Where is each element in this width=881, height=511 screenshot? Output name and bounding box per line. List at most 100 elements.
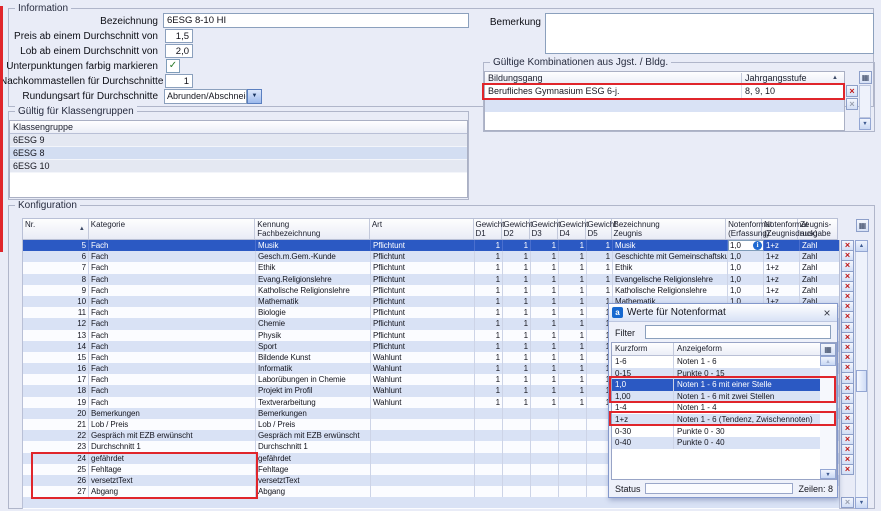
unterpunktungen-checkbox[interactable]: ✓ bbox=[166, 59, 180, 73]
column-header-anzeigeform[interactable]: Anzeigeform bbox=[674, 343, 822, 355]
close-icon[interactable]: × bbox=[820, 306, 834, 320]
cell-kategorie: Abgang bbox=[89, 486, 256, 497]
cell-notenformat-erfassung: 1,0 bbox=[728, 251, 764, 262]
delete-row-button[interactable]: × bbox=[841, 464, 854, 475]
cell-kategorie: Fach bbox=[89, 296, 256, 307]
bezeichnung-label: Bezeichnung bbox=[0, 16, 158, 27]
column-header-nr[interactable]: Nr.▲ bbox=[23, 219, 89, 239]
column-header-gewicht-d3[interactable]: Gewicht D3 bbox=[530, 219, 558, 239]
column-header-bezeichnung-zeugnis[interactable]: Bezeichnung Zeugnis bbox=[612, 219, 727, 239]
format-option-row[interactable]: 1,00Noten 1 - 6 mit zwei Stellen bbox=[612, 391, 822, 403]
column-header-zeugnisausgabe[interactable]: Zeugnis- ausgabe bbox=[798, 219, 837, 239]
scroll-up-icon[interactable]: ▲ bbox=[820, 356, 836, 366]
klassengruppe-row[interactable]: 6ESG 8 bbox=[10, 147, 467, 160]
grid-icon: ▦ bbox=[859, 221, 867, 230]
bezeichnung-input[interactable] bbox=[163, 13, 469, 28]
format-option-row[interactable]: 0-40Punkte 0 - 40 bbox=[612, 437, 822, 449]
dialog-titlebar[interactable]: a Werte für Notenformat × bbox=[609, 304, 837, 322]
cell-nr: 15 bbox=[23, 352, 89, 363]
rundungsart-dropdown[interactable]: Abrunden/Abschneiden ▼ bbox=[164, 89, 262, 104]
scrollbar-track[interactable] bbox=[820, 366, 836, 469]
cell-art: Pflichtunt bbox=[371, 341, 475, 352]
cell-art bbox=[371, 464, 475, 475]
cell-gewicht-d4 bbox=[559, 430, 587, 441]
empty-row bbox=[485, 99, 844, 112]
column-header-klassengruppe[interactable]: Klassengruppe bbox=[13, 122, 73, 132]
empty-row bbox=[23, 497, 839, 508]
format-option-row[interactable]: 1-4Noten 1 - 4 bbox=[612, 402, 822, 414]
kombination-row[interactable]: Berufliches Gymnasium ESG 6-j.8, 9, 10 bbox=[485, 85, 844, 99]
cell-nr: 12 bbox=[23, 318, 89, 329]
lob-durchschnitt-input[interactable] bbox=[165, 44, 193, 58]
column-header-bildungsgang[interactable]: Bildungsgang bbox=[485, 73, 742, 83]
dialog-scrollbar[interactable]: ▦ ▲ ▼ bbox=[820, 343, 836, 479]
notenformat-edit-value[interactable]: 1,0 bbox=[730, 240, 752, 251]
cell-art: Pflichtunt bbox=[371, 240, 475, 251]
column-header-gewicht-d2[interactable]: Gewicht D2 bbox=[502, 219, 530, 239]
bemerkung-textarea[interactable] bbox=[545, 13, 874, 54]
column-header-art[interactable]: Art bbox=[370, 219, 474, 239]
cell-gewicht-d1: 1 bbox=[475, 363, 503, 374]
filter-input[interactable] bbox=[645, 325, 831, 339]
column-header-gewicht-d1[interactable]: Gewicht D1 bbox=[474, 219, 502, 239]
column-chooser-button[interactable]: ▦ bbox=[859, 71, 872, 84]
cell-nr: 14 bbox=[23, 341, 89, 352]
konfig-row[interactable]: 7FachEthikPflichtunt11111Ethik1,01+zZahl bbox=[23, 262, 839, 273]
column-header-notenformat-erfassung[interactable]: Notenformat (Erfassung) bbox=[726, 219, 762, 239]
scroll-down-icon[interactable]: ▼ bbox=[859, 118, 871, 130]
konfig-row[interactable]: 5FachMusikPflichtunt11111Musik1,0i1+zZah… bbox=[23, 240, 839, 251]
column-header-notenformat-zeugnisdruck[interactable]: Notenformat (Zeugnisdruck) bbox=[762, 219, 798, 239]
notenformat-erfassung-editor[interactable]: 1,0i bbox=[728, 240, 764, 251]
cell-gewicht-d4 bbox=[559, 408, 587, 419]
column-header-gewicht-d5[interactable]: Gewicht D5 bbox=[586, 219, 612, 239]
delete-kombination-button[interactable]: × bbox=[846, 85, 858, 97]
kombinationen-scrollbar-track[interactable] bbox=[859, 85, 871, 118]
konfig-scrollbar[interactable]: ▲ ▼ bbox=[855, 240, 868, 509]
cell-gewicht-d1: 1 bbox=[475, 341, 503, 352]
klassengruppe-row[interactable]: 6ESG 10 bbox=[10, 160, 467, 173]
column-header-jahrgangsstufe[interactable]: Jahrgangsstufe bbox=[742, 73, 832, 83]
cell-bezeichnung-zeugnis: Geschichte mit Gemeinschaftskunde bbox=[613, 251, 728, 262]
format-option-row[interactable]: 1-6Noten 1 - 6 bbox=[612, 356, 822, 368]
info-icon[interactable]: i bbox=[753, 241, 762, 250]
column-chooser-button[interactable]: ▦ bbox=[820, 343, 836, 356]
preis-durchschnitt-input[interactable] bbox=[165, 29, 193, 43]
column-header-gewicht-d4[interactable]: Gewicht D4 bbox=[558, 219, 586, 239]
cell-gewicht-d1 bbox=[475, 453, 503, 464]
cell-gewicht-d2: 1 bbox=[503, 330, 531, 341]
cell-gewicht-d2: 1 bbox=[503, 341, 531, 352]
konfig-row[interactable]: 8FachEvang.ReligionslehrePflichtunt11111… bbox=[23, 274, 839, 285]
cell-gewicht-d2: 1 bbox=[503, 285, 531, 296]
format-option-row[interactable]: 0-15Punkte 0 - 15 bbox=[612, 368, 822, 380]
cell-zeugnisausgabe: Zahl bbox=[800, 251, 839, 262]
format-option-row[interactable]: 1,0Noten 1 - 6 mit einer Stelle bbox=[612, 379, 822, 391]
konfig-row[interactable]: 9FachKatholische ReligionslehrePflichtun… bbox=[23, 285, 839, 296]
scroll-down-icon[interactable]: ▼ bbox=[855, 497, 868, 509]
scrollbar-track[interactable] bbox=[855, 252, 868, 497]
klassengruppe-row[interactable]: 6ESG 9 bbox=[10, 134, 467, 147]
cell-kennung: Bildende Kunst bbox=[256, 352, 371, 363]
cell-jahrgangsstufe: 8, 9, 10 bbox=[742, 85, 844, 99]
cell-gewicht-d2 bbox=[503, 486, 531, 497]
column-header-kennung[interactable]: Kennung Fachbezeichnung bbox=[255, 219, 370, 239]
format-option-row[interactable]: 1+zNoten 1 - 6 (Tendenz, Zwischennoten) bbox=[612, 414, 822, 426]
dropdown-icon[interactable]: ▼ bbox=[247, 89, 262, 104]
scrollbar-thumb[interactable] bbox=[856, 370, 867, 392]
format-option-row[interactable]: 0-30Punkte 0 - 30 bbox=[612, 426, 822, 438]
cell-nr: 9 bbox=[23, 285, 89, 296]
cell-kategorie: Fach bbox=[89, 285, 256, 296]
cell-gewicht-d1: 1 bbox=[475, 374, 503, 385]
column-chooser-button[interactable]: ▦ bbox=[856, 219, 869, 232]
scroll-up-icon[interactable]: ▲ bbox=[855, 240, 868, 252]
column-header-kategorie[interactable]: Kategorie bbox=[89, 219, 255, 239]
column-header-kurzform[interactable]: Kurzform bbox=[612, 343, 674, 355]
scroll-down-icon[interactable]: ▼ bbox=[820, 469, 836, 479]
status-label: Status bbox=[615, 484, 641, 494]
cell-gewicht-d1 bbox=[475, 486, 503, 497]
konfig-row[interactable]: 6FachGesch.m.Gem.-KundePflichtunt11111Ge… bbox=[23, 251, 839, 262]
klassengruppen-table-body: 6ESG 96ESG 86ESG 10 bbox=[10, 134, 467, 173]
nachkommastellen-input[interactable] bbox=[165, 74, 193, 88]
cell-gewicht-d3 bbox=[531, 464, 559, 475]
cell-art bbox=[371, 475, 475, 486]
cell-gewicht-d2: 1 bbox=[503, 240, 531, 251]
